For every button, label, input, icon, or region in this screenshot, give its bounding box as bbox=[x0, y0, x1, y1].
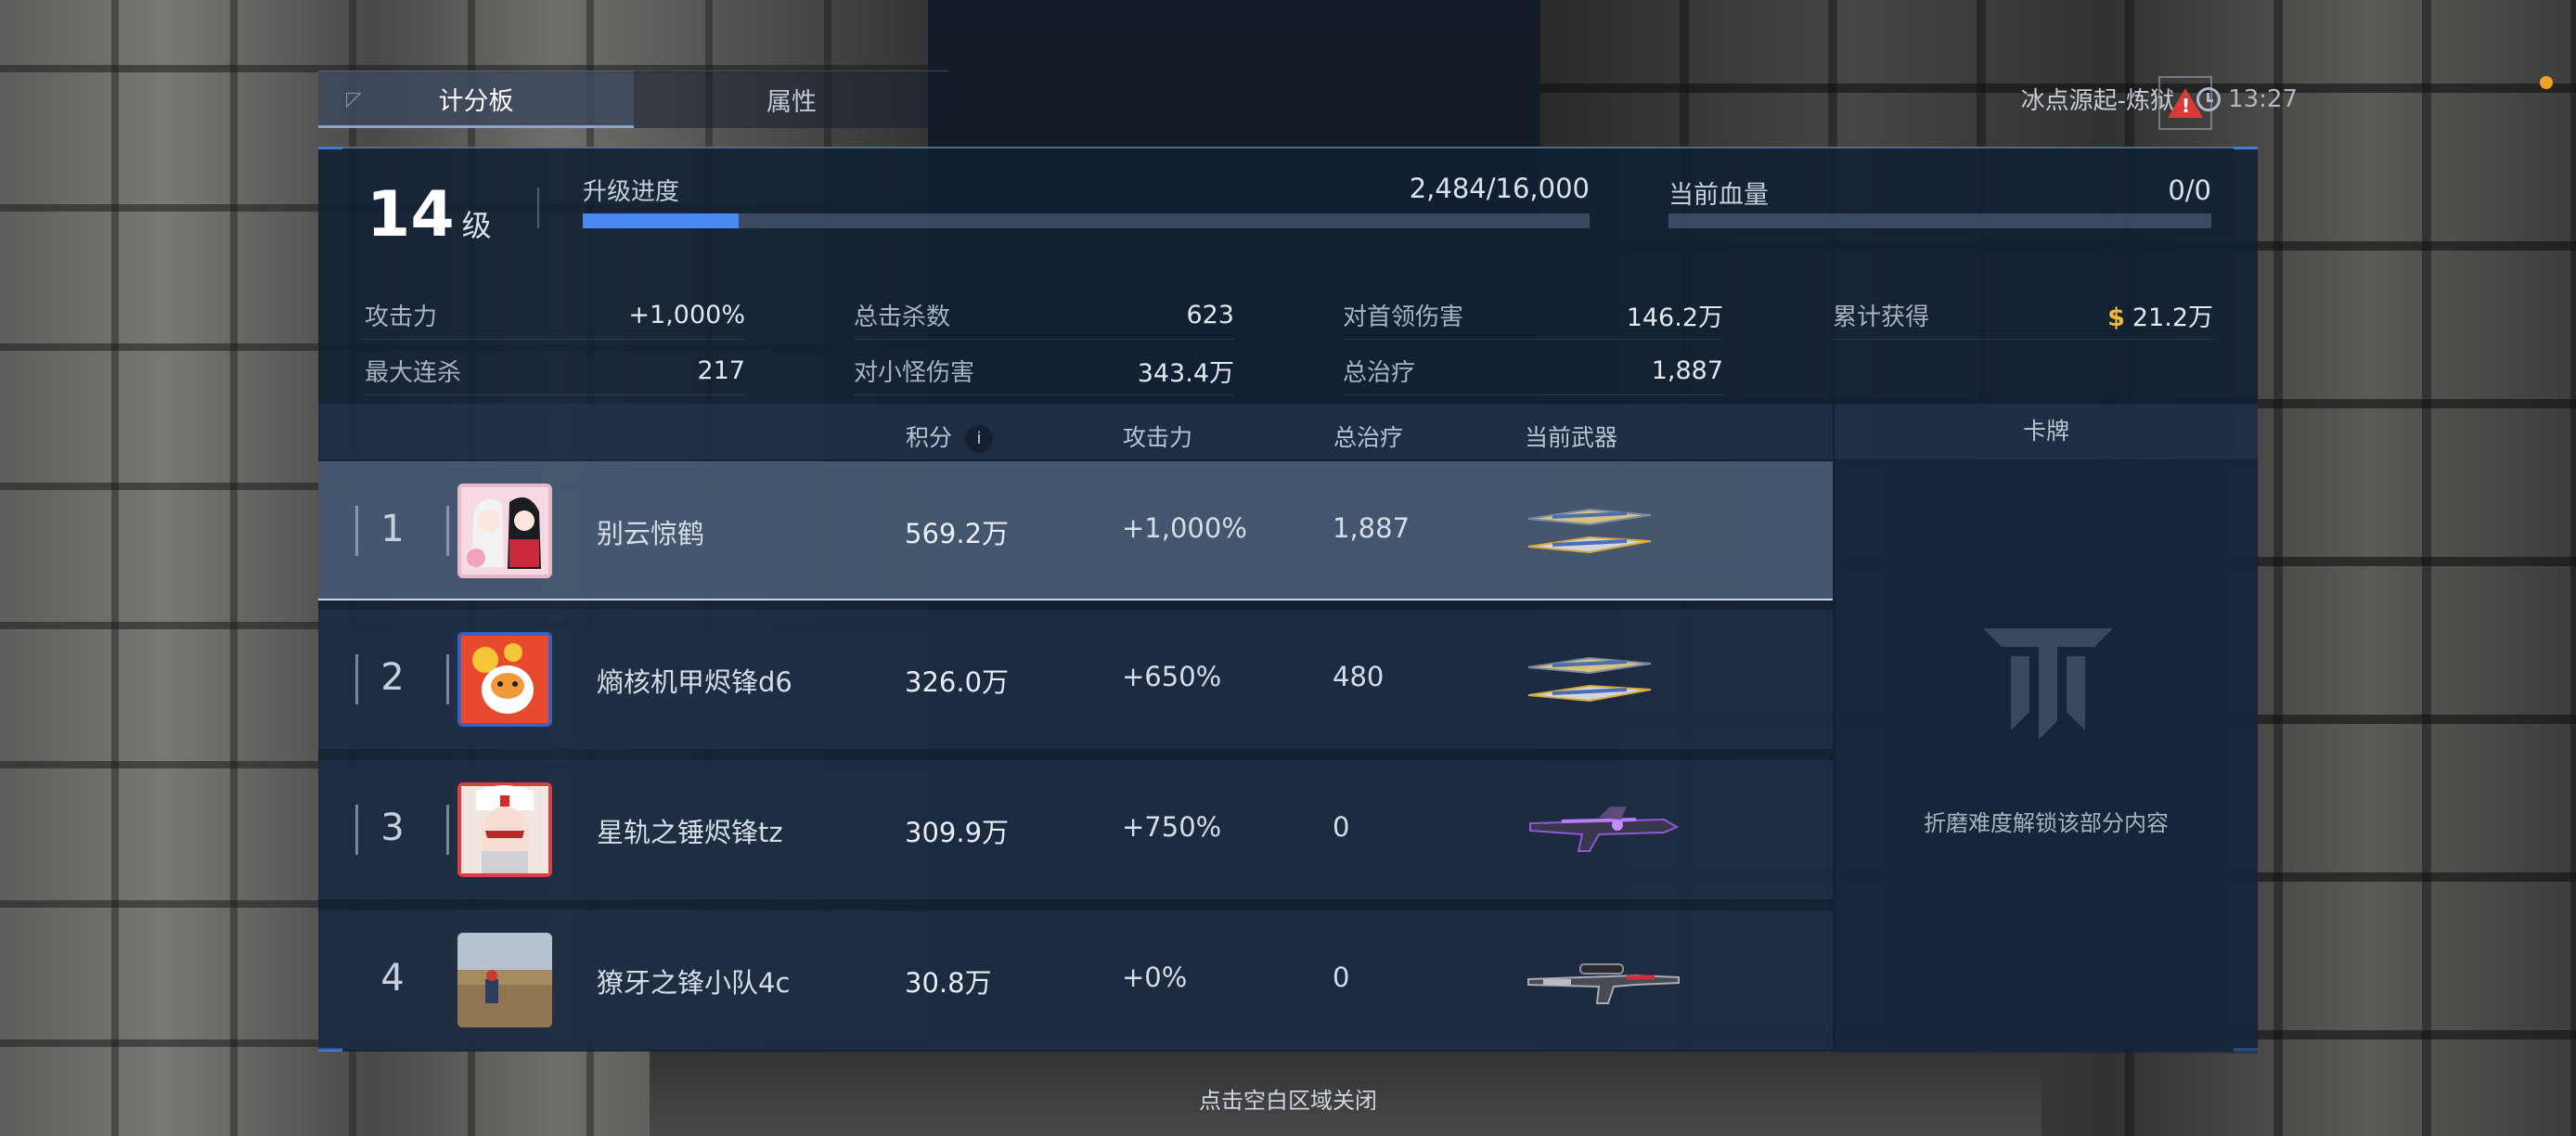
stat-label: 累计获得 bbox=[1833, 303, 1930, 331]
info-icon[interactable]: i bbox=[965, 425, 994, 453]
stat-value: 623 bbox=[1186, 301, 1234, 329]
stat-value: 217 bbox=[697, 356, 745, 385]
rank-number: 3 bbox=[380, 807, 405, 849]
stat-label: 最大连杀 bbox=[365, 359, 462, 387]
stat-label: 攻击力 bbox=[365, 303, 438, 331]
stat-value: 146.2万 bbox=[1626, 303, 1723, 332]
warning-icon: ! bbox=[2168, 88, 2203, 118]
stat-value: 343.4万 bbox=[1137, 359, 1234, 388]
tab-bar: ◸ 计分板 属性 bbox=[318, 71, 949, 128]
player-level: 14 级 bbox=[367, 178, 492, 252]
stat-boss-damage: 对首领伤害 146.2万 bbox=[1343, 291, 1723, 340]
player-attack: +750% bbox=[1122, 811, 1222, 843]
player-score: 569.2万 bbox=[905, 518, 1010, 549]
avatar bbox=[457, 782, 552, 877]
player-name: 别云惊鹤 bbox=[597, 518, 705, 549]
close-hint[interactable]: 点击空白区域关闭 bbox=[0, 1082, 2576, 1115]
stat-value-with-coin: $21.2万 bbox=[2107, 297, 2213, 333]
player-healing: 0 bbox=[1333, 811, 1350, 843]
locked-emblem-icon bbox=[1974, 610, 2122, 749]
player-healing: 1,887 bbox=[1333, 512, 1410, 544]
clock-time: 13:27 bbox=[2228, 84, 2298, 113]
header-score-label: 积分 bbox=[906, 424, 953, 451]
player-attack: +1,000% bbox=[1122, 512, 1247, 544]
stat-label: 总治疗 bbox=[1343, 359, 1416, 387]
rank-bracket bbox=[446, 654, 449, 704]
map-name: 冰点源起-炼狱 bbox=[2020, 87, 2175, 115]
stat-max-streak: 最大连杀 217 bbox=[365, 347, 745, 395]
scoreboard-header: 积分 i 攻击力 总治疗 当前武器 bbox=[318, 404, 1833, 459]
xp-value: 2,484/16,000 bbox=[1409, 173, 1590, 204]
panel-corner-accent bbox=[2234, 147, 2258, 149]
player-name: 獠牙之锋小队4c bbox=[597, 967, 791, 999]
dual-blades-icon bbox=[1525, 487, 1655, 574]
stat-total-kills: 总击杀数 623 bbox=[854, 291, 1234, 340]
player-healing: 480 bbox=[1333, 661, 1385, 692]
stat-label: 对小怪伤害 bbox=[854, 359, 975, 387]
player-attack: +0% bbox=[1122, 962, 1188, 993]
avatar bbox=[457, 933, 552, 1027]
player-attack: +650% bbox=[1122, 661, 1222, 692]
player-name: 星轨之锤烬锋tz bbox=[597, 817, 783, 848]
rank-bracket bbox=[446, 506, 449, 556]
rank-bracket bbox=[446, 805, 449, 855]
stat-label: 总击杀数 bbox=[854, 303, 951, 331]
xp-label: 升级进度 bbox=[583, 178, 680, 206]
header-score: 积分 i bbox=[906, 420, 994, 453]
avatar bbox=[457, 632, 552, 727]
header-healing: 总治疗 bbox=[1333, 424, 1404, 451]
stat-value: +1,000% bbox=[628, 301, 745, 329]
header-cards: 卡牌 bbox=[1835, 404, 2258, 459]
header-weapon: 当前武器 bbox=[1525, 424, 1618, 451]
dual-blades-icon bbox=[1525, 636, 1655, 723]
hp-label: 当前血量 bbox=[1668, 181, 1769, 210]
stat-attack: 攻击力 +1,000% bbox=[365, 291, 745, 340]
player-score: 30.8万 bbox=[905, 967, 992, 999]
scoreboard-panel: 14 级 升级进度 2,484/16,000 当前血量 0/0 攻击力 +1,0… bbox=[318, 147, 2258, 1053]
stat-value: 1,887 bbox=[1651, 356, 1723, 385]
purple-rifle-icon bbox=[1525, 786, 1682, 873]
player-score: 326.0万 bbox=[905, 666, 1010, 698]
table-row[interactable]: 3 星轨之锤烬锋tz 309.9万 +750% 0 bbox=[318, 760, 1833, 899]
xp-progress-bar bbox=[583, 213, 1590, 228]
stat-total-healing: 总治疗 1,887 bbox=[1343, 347, 1723, 395]
hp-bar bbox=[1668, 213, 2211, 228]
xp-progress-fill bbox=[583, 213, 740, 228]
notification-dot bbox=[2540, 76, 2553, 89]
rank-number: 1 bbox=[380, 508, 405, 550]
rank-number: 4 bbox=[380, 957, 405, 1000]
card-locked-text: 折磨难度解锁该部分内容 bbox=[1924, 810, 2169, 836]
sniper-rifle-icon bbox=[1525, 936, 1682, 1024]
tab-attributes-label: 属性 bbox=[766, 88, 817, 117]
player-name: 熵核机甲烬锋d6 bbox=[597, 666, 792, 698]
level-number: 14 bbox=[367, 178, 455, 252]
player-healing: 0 bbox=[1333, 962, 1350, 993]
warning-button[interactable]: ! bbox=[2158, 76, 2212, 130]
tab-scoreboard-label: 计分板 bbox=[438, 86, 514, 116]
stat-minion-damage: 对小怪伤害 343.4万 bbox=[854, 347, 1234, 395]
coin-icon: $ bbox=[2107, 303, 2125, 332]
player-score: 309.9万 bbox=[905, 817, 1010, 848]
avatar bbox=[457, 484, 552, 578]
level-divider bbox=[537, 187, 539, 228]
stat-label: 对首领伤害 bbox=[1343, 303, 1464, 331]
stat-total-earned: 累计获得 $21.2万 bbox=[1833, 291, 2213, 340]
hp-value: 0/0 bbox=[2168, 174, 2211, 206]
table-row[interactable]: 2 熵核机甲烬锋d6 326.0万 +650% 480 bbox=[318, 610, 1833, 749]
table-row[interactable]: 1 别云惊鹤 569.2万 +1,000% 1,887 bbox=[318, 461, 1833, 600]
tab-corner-icon: ◸ bbox=[346, 88, 362, 111]
tab-attributes[interactable]: 属性 bbox=[634, 71, 949, 128]
tab-scoreboard[interactable]: ◸ 计分板 bbox=[318, 71, 634, 128]
header-attack: 攻击力 bbox=[1123, 424, 1193, 451]
panel-corner-accent bbox=[318, 147, 342, 149]
rank-number: 2 bbox=[380, 656, 405, 699]
table-row[interactable]: 4 獠牙之锋小队4c 30.8万 +0% 0 bbox=[318, 910, 1833, 1050]
card-section: 折磨难度解锁该部分内容 bbox=[1835, 461, 2258, 1053]
level-unit: 级 bbox=[461, 208, 492, 243]
stat-value: 21.2万 bbox=[2132, 303, 2213, 332]
